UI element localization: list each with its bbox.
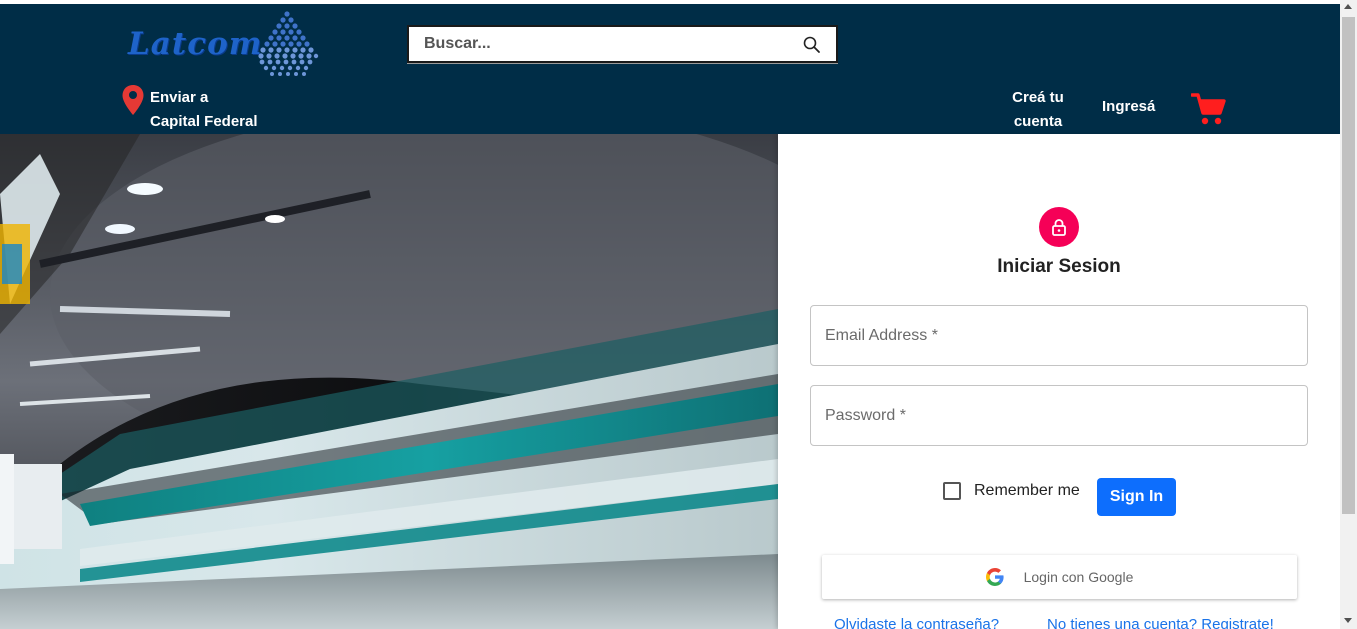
login-link[interactable]: Ingresá: [1102, 98, 1155, 115]
ship-to-city: Capital Federal: [150, 113, 258, 130]
create-account-label-line1: Creá tu: [1012, 89, 1064, 106]
ship-to-text: Enviar a Capital Federal: [150, 86, 258, 134]
email-input[interactable]: [811, 306, 1307, 365]
search-icon[interactable]: [802, 35, 822, 55]
password-field: [810, 385, 1308, 446]
login-title: Iniciar Sesion: [997, 256, 1121, 277]
page: Latcom Buscar... Enviar a Capital Federa…: [0, 0, 1357, 629]
create-account-label-line2: cuenta: [1013, 113, 1063, 130]
scroll-down-arrow-icon[interactable]: [1344, 618, 1352, 623]
email-field: [810, 305, 1308, 366]
google-icon: [985, 568, 1004, 586]
register-link[interactable]: No tienes una cuenta? Registrate!: [1047, 616, 1274, 629]
logo-mark-icon: [258, 11, 319, 76]
lock-icon: [1052, 219, 1066, 236]
page-scrollbar[interactable]: [1340, 0, 1357, 629]
location-pin-icon: [122, 85, 144, 115]
create-account-link[interactable]: Creá tu cuenta: [1006, 86, 1070, 134]
lock-avatar: [1039, 207, 1079, 247]
google-login-button[interactable]: Login con Google: [822, 555, 1297, 599]
subway-train-photo: [0, 134, 778, 629]
remember-me[interactable]: Remember me: [943, 482, 1080, 500]
scroll-up-arrow-icon[interactable]: [1344, 4, 1352, 9]
search-bar: [407, 25, 838, 63]
forgot-password-link[interactable]: Olvidaste la contraseña?: [834, 616, 999, 629]
search-input[interactable]: [409, 27, 789, 61]
password-input[interactable]: [811, 386, 1307, 445]
logo-text: Latcom: [128, 26, 263, 62]
hero-image: [0, 134, 778, 629]
remember-me-checkbox[interactable]: [943, 482, 961, 500]
sign-in-button[interactable]: Sign In: [1097, 478, 1176, 516]
ship-to-label: Enviar a: [150, 89, 209, 106]
google-login-label: Login con Google: [1023, 569, 1134, 585]
cart-icon[interactable]: [1191, 92, 1227, 126]
logo[interactable]: Latcom: [126, 8, 326, 84]
scrollbar-thumb[interactable]: [1342, 17, 1355, 514]
remember-me-label: Remember me: [974, 482, 1080, 499]
site-header: Latcom Buscar... Enviar a Capital Federa…: [0, 4, 1340, 134]
login-panel: Iniciar Sesion Remember me Sign In Login…: [778, 134, 1340, 629]
